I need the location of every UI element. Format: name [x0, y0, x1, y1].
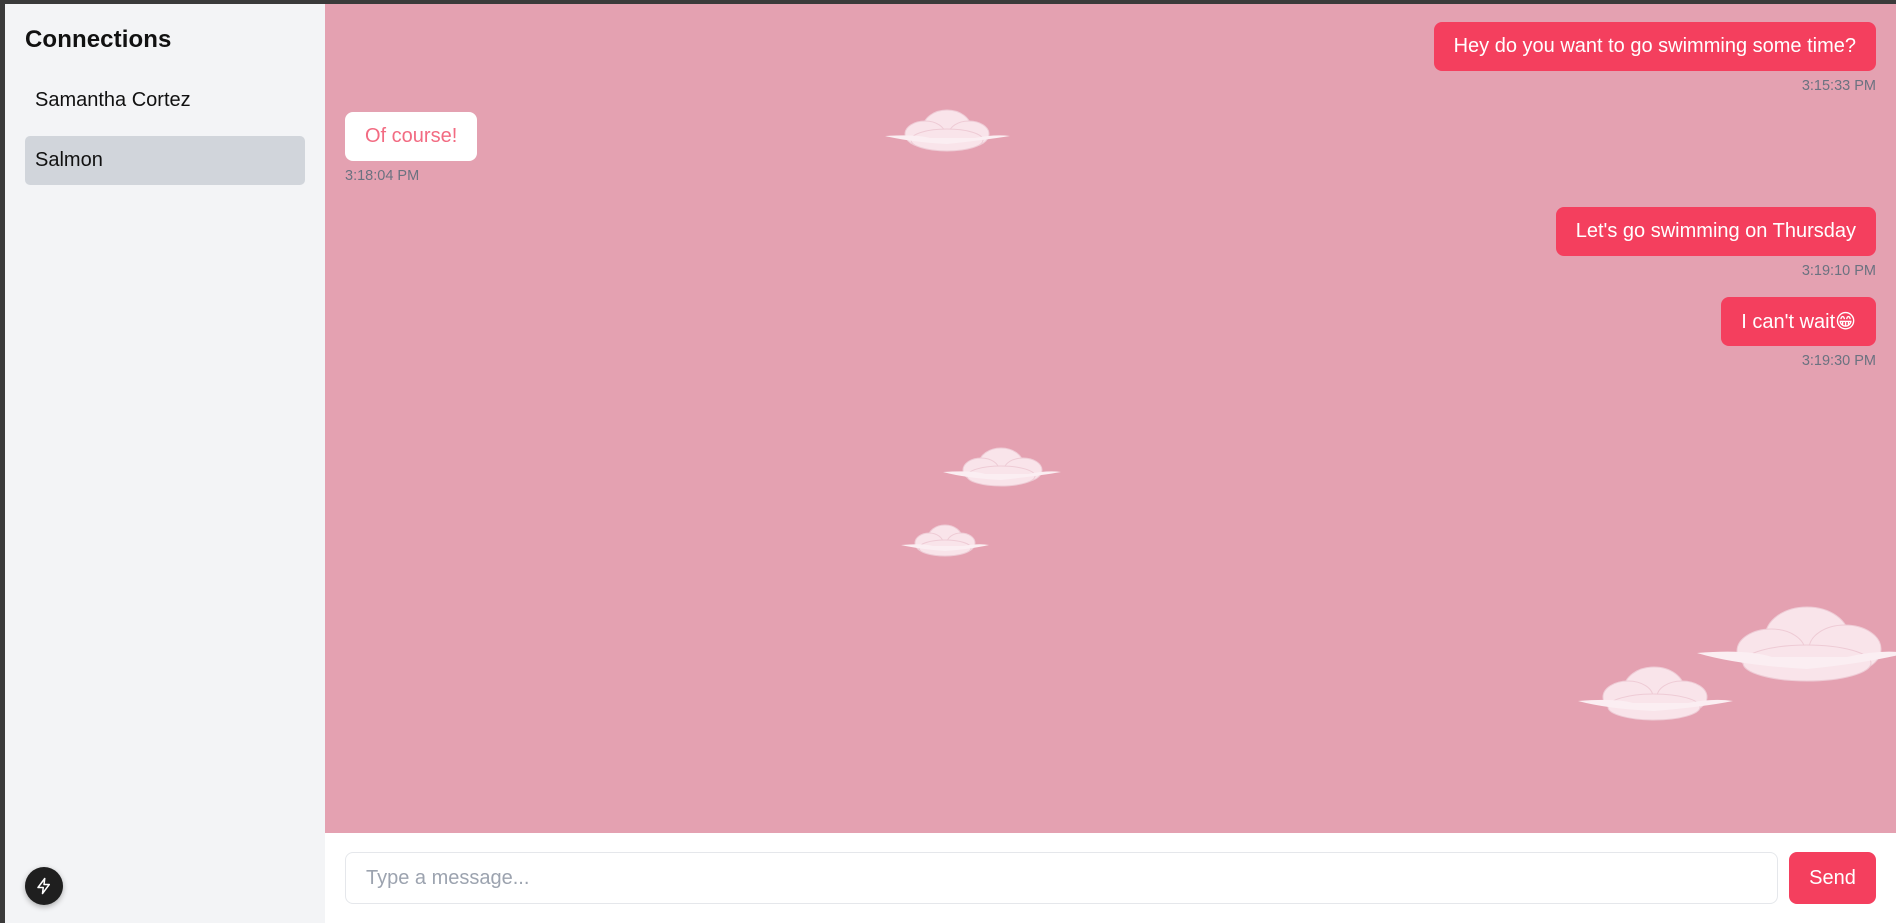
message-row: Hey do you want to go swimming some time… [345, 22, 1876, 94]
app-window: Connections Samantha Cortez Salmon Hey d… [5, 4, 1896, 923]
connection-item-samantha-cortez[interactable]: Samantha Cortez [25, 76, 305, 125]
message-row: I can't wait😁 3:19:30 PM [345, 297, 1876, 369]
message-bubble: Let's go swimming on Thursday [1555, 207, 1876, 256]
message-list: Hey do you want to go swimming some time… [325, 4, 1896, 833]
message-row: Let's go swimming on Thursday 3:19:10 PM [345, 207, 1876, 279]
cloud-decoration [901, 524, 989, 557]
sidebar-title: Connections [25, 26, 172, 53]
connection-item-salmon[interactable]: Salmon [25, 136, 305, 185]
message-timestamp: 3:19:30 PM [1801, 353, 1876, 369]
cloud-decoration [1697, 606, 1896, 682]
message-bubble: I can't wait😁 [1721, 297, 1876, 346]
bolt-icon[interactable] [25, 867, 63, 905]
chat-panel: Hey do you want to go swimming some time… [325, 4, 1896, 923]
message-composer: Send [325, 833, 1896, 923]
message-row: Of course! 3:18:04 PM [345, 112, 1876, 184]
message-bubble: Of course! [345, 112, 478, 161]
send-button[interactable]: Send [1789, 852, 1876, 904]
connections-sidebar: Connections Samantha Cortez Salmon [5, 4, 325, 923]
message-bubble: Hey do you want to go swimming some time… [1433, 22, 1876, 71]
cloud-decoration [943, 447, 1061, 487]
message-timestamp: 3:15:33 PM [1801, 78, 1876, 94]
message-input[interactable] [345, 852, 1778, 904]
message-timestamp: 3:19:10 PM [1801, 263, 1876, 279]
message-timestamp: 3:18:04 PM [345, 168, 420, 184]
